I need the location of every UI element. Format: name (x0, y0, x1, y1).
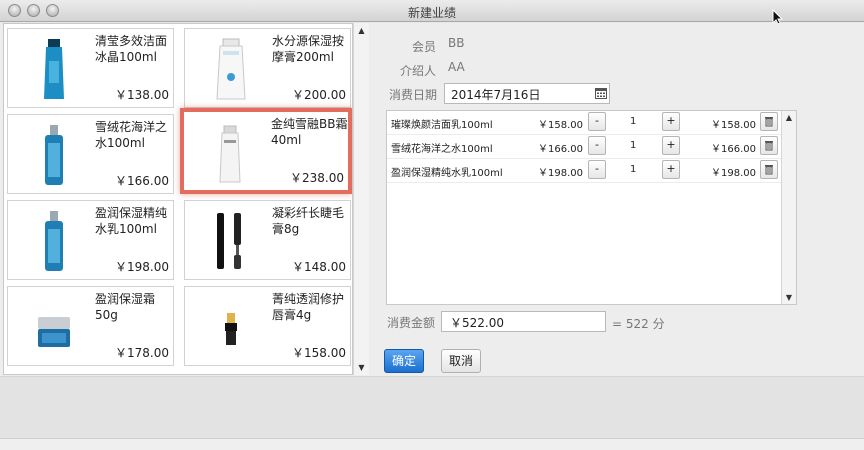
product-card[interactable]: 凝彩纤长睫毛膏8g ￥148.00 (184, 200, 351, 280)
product-image-emulsion-bottle (45, 211, 63, 271)
scroll-down-arrow-icon[interactable]: ▼ (782, 293, 796, 302)
amount-label: 消费金额 (387, 316, 436, 330)
product-price: ￥148.00 (292, 260, 346, 274)
product-price: ￥138.00 (115, 88, 169, 102)
cancel-button[interactable]: 取消 (441, 349, 481, 373)
window-title: 新建业绩 (407, 6, 456, 20)
date-input[interactable]: 2014年7月16日 (444, 83, 610, 104)
product-card[interactable]: 雪绒花海洋之水100ml ￥166.00 (7, 114, 174, 194)
delete-icon (765, 141, 773, 151)
product-price: ￥166.00 (115, 174, 169, 188)
product-name: 盈润保湿霜50g (95, 292, 156, 322)
title-bar: 新建业绩 (0, 0, 864, 26)
amount-input[interactable]: ￥522.00 (441, 311, 606, 332)
points-text: = 522 分 (612, 317, 665, 331)
product-image-toner-bottle (45, 125, 63, 185)
increase-qty-button[interactable]: + (662, 112, 680, 131)
product-grid[interactable]: 清莹多效洁面冰晶100ml ￥138.00 水分源保湿按摩膏200ml ￥200… (3, 23, 353, 375)
product-name: 雪绒花海洋之水100ml (95, 120, 168, 150)
increase-qty-button[interactable]: + (662, 136, 680, 155)
member-value: BB (448, 36, 465, 50)
product-name: 水分源保湿按摩膏200ml (272, 34, 345, 64)
member-label: 会员 (412, 40, 437, 54)
product-image-bb-cream-tube (219, 125, 241, 183)
date-label: 消费日期 (389, 88, 438, 102)
item-price: ￥198.00 (538, 168, 583, 179)
product-name: 金纯雪融BB霜40ml (271, 117, 348, 147)
item-qty: 1 (630, 140, 637, 151)
product-name: 菁纯透润修护唇膏4g (272, 292, 345, 322)
product-name: 盈润保湿精纯水乳100ml (95, 206, 168, 236)
product-grid-scrollbar-track[interactable]: ▲ ▼ (353, 23, 369, 375)
product-image-massage-cream-tube (216, 38, 246, 100)
decrease-qty-button[interactable]: - (588, 136, 606, 155)
product-card-selected[interactable]: 金纯雪融BB霜40ml ￥238.00 (180, 108, 352, 194)
item-price: ￥166.00 (538, 144, 583, 155)
product-card[interactable]: 菁纯透润修护唇膏4g ￥158.00 (184, 286, 351, 366)
calendar-icon[interactable] (595, 87, 607, 99)
product-price: ￥178.00 (115, 346, 169, 360)
product-price: ￥158.00 (292, 346, 346, 360)
item-name: 璀璨焕颜洁面乳100ml (391, 120, 493, 131)
product-price: ￥238.00 (290, 171, 344, 185)
product-card[interactable]: 清莹多效洁面冰晶100ml ￥138.00 (7, 28, 174, 108)
item-total: ￥166.00 (711, 144, 756, 155)
item-total: ￥198.00 (711, 168, 756, 179)
product-price: ￥198.00 (115, 260, 169, 274)
scroll-down-arrow-icon[interactable]: ▼ (354, 363, 369, 372)
item-price: ￥158.00 (538, 120, 583, 131)
delete-item-button[interactable] (760, 136, 778, 155)
item-name: 雪绒花海洋之水100ml (391, 144, 493, 155)
product-image-mascara (217, 213, 241, 269)
item-qty: 1 (630, 116, 637, 127)
product-image-cream-jar (38, 317, 70, 347)
footer-area (0, 376, 864, 438)
decrease-qty-button[interactable]: - (588, 160, 606, 179)
product-image-cleanser-tube (44, 39, 64, 99)
delete-icon (765, 165, 773, 175)
item-name: 盈润保湿精纯水乳100ml (391, 168, 503, 179)
product-name: 凝彩纤长睫毛膏8g (272, 206, 345, 236)
product-name: 清莹多效洁面冰晶100ml (95, 34, 168, 64)
product-price: ￥200.00 (292, 88, 346, 102)
product-card[interactable]: 水分源保湿按摩膏200ml ￥200.00 (184, 28, 351, 108)
referrer-label: 介绍人 (400, 64, 437, 78)
increase-qty-button[interactable]: + (662, 160, 680, 179)
delete-icon (765, 117, 773, 127)
scroll-up-arrow-icon[interactable]: ▲ (354, 26, 369, 35)
bottom-strip (0, 438, 864, 450)
item-qty: 1 (630, 164, 637, 175)
product-image-lip-balm (225, 313, 237, 345)
decrease-qty-button[interactable]: - (588, 112, 606, 131)
referrer-value: AA (448, 60, 465, 74)
product-card[interactable]: 盈润保湿霜50g ￥178.00 (7, 286, 174, 366)
scroll-up-arrow-icon[interactable]: ▲ (782, 113, 796, 122)
product-card[interactable]: 盈润保湿精纯水乳100ml ￥198.00 (7, 200, 174, 280)
confirm-button[interactable]: 确定 (384, 349, 424, 373)
delete-item-button[interactable] (760, 112, 778, 131)
delete-item-button[interactable] (760, 160, 778, 179)
item-total: ￥158.00 (711, 120, 756, 131)
order-table-scrollbar[interactable]: ▲ ▼ (781, 111, 796, 304)
